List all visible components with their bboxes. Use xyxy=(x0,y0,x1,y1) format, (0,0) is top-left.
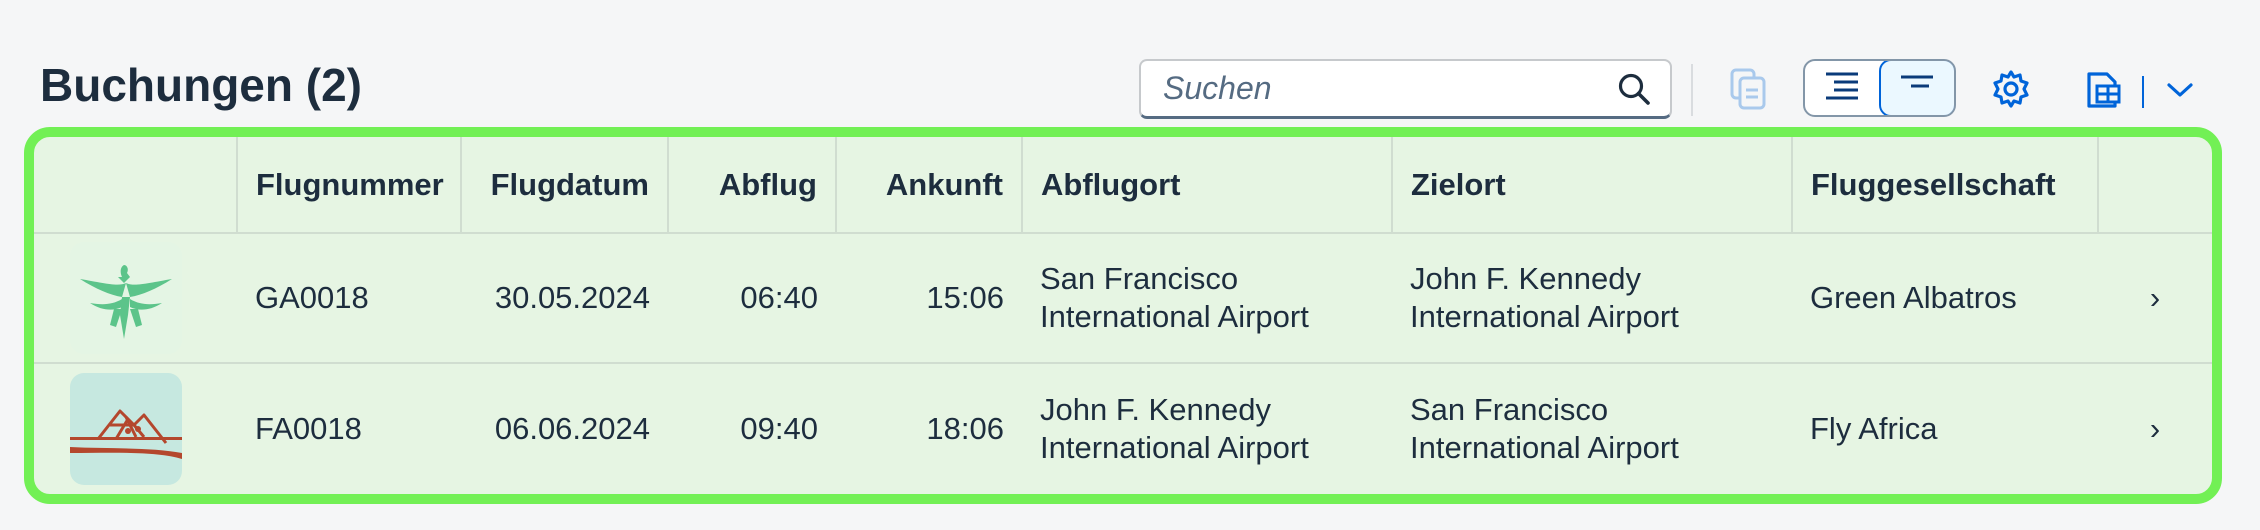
search-icon[interactable] xyxy=(1616,71,1652,107)
zielort-line2: International Airport xyxy=(1410,429,1679,465)
cell-zielort: San Francisco International Airport xyxy=(1392,363,1792,493)
table-row[interactable]: FA0018 06.06.2024 09:40 18:06 John F. Ke… xyxy=(34,363,2212,493)
zielort-line1: John F. Kennedy xyxy=(1410,261,1641,296)
bookings-table-container: Flugnummer Flugdatum Abflug Ankunft Abfl… xyxy=(24,127,2222,504)
toolbar-separator xyxy=(1691,64,1693,116)
bookings-table: Flugnummer Flugdatum Abflug Ankunft Abfl… xyxy=(34,137,2212,493)
abflugort-line2: International Airport xyxy=(1040,429,1309,465)
copy-icon[interactable] xyxy=(1726,64,1770,114)
fly-africa-logo xyxy=(70,372,182,485)
column-header-abflugort[interactable]: Abflugort xyxy=(1022,137,1393,234)
cell-abflugort: John F. Kennedy International Airport xyxy=(1022,363,1392,493)
cell-flugdatum: 06.06.2024 xyxy=(494,410,650,446)
cell-flugdatum: 30.05.2024 xyxy=(461,233,668,364)
search-input[interactable] xyxy=(1163,70,1616,107)
export-icon[interactable] xyxy=(2080,62,2126,114)
cell-ankunft: 18:06 xyxy=(926,410,1004,446)
row-navigation-chevron-icon[interactable]: › xyxy=(2098,363,2212,493)
settings-icon[interactable] xyxy=(1986,64,2036,114)
cell-fluggesellschaft: Fly Africa xyxy=(1810,410,1938,446)
search-field[interactable] xyxy=(1139,59,1672,119)
cell-fluggesellschaft: Green Albatros xyxy=(1792,233,2098,364)
cell-flugnummer: FA0018 xyxy=(255,410,362,446)
column-header-abflug[interactable]: Abflug xyxy=(668,137,837,234)
list-view-button[interactable] xyxy=(1805,61,1879,115)
column-header-logo xyxy=(34,137,238,234)
compact-view-button[interactable] xyxy=(1878,61,1954,115)
column-header-nav xyxy=(2098,137,2212,234)
view-toggle[interactable] xyxy=(1803,59,1956,117)
cell-ankunft: 15:06 xyxy=(836,233,1022,364)
row-navigation-chevron-icon[interactable]: › xyxy=(2098,233,2212,364)
table-row[interactable]: GA0018 30.05.2024 06:40 15:06 San Franci… xyxy=(34,233,2212,364)
table-header-row: Flugnummer Flugdatum Abflug Ankunft Abfl… xyxy=(34,137,2212,234)
cell-abflug: 09:40 xyxy=(740,410,818,446)
cell-abflugort: San Francisco International Airport xyxy=(1022,233,1392,364)
column-header-fluggesellschaft[interactable]: Fluggesellschaft xyxy=(1792,137,2099,234)
cell-abflug: 06:40 xyxy=(668,233,836,364)
green-albatros-logo xyxy=(70,242,182,354)
abflugort-line1: John F. Kennedy xyxy=(1040,391,1271,427)
column-header-flugdatum[interactable]: Flugdatum xyxy=(461,137,669,234)
zielort-line1: San Francisco xyxy=(1410,391,1609,427)
export-separator xyxy=(2142,76,2144,108)
abflugort-line2: International Airport xyxy=(1040,299,1309,334)
abflugort-line1: San Francisco xyxy=(1040,261,1239,296)
list-view-icon xyxy=(1824,71,1860,106)
cell-zielort: John F. Kennedy International Airport xyxy=(1392,233,1792,364)
page-title: Buchungen (2) xyxy=(40,59,362,111)
chevron-down-icon[interactable] xyxy=(2162,72,2198,108)
column-header-flugnummer[interactable]: Flugnummer xyxy=(237,137,462,234)
cell-flugnummer: GA0018 xyxy=(237,233,461,364)
compact-view-icon xyxy=(1899,74,1935,103)
zielort-line2: International Airport xyxy=(1410,299,1679,334)
column-header-ankunft[interactable]: Ankunft xyxy=(836,137,1023,234)
column-header-zielort[interactable]: Zielort xyxy=(1392,137,1793,234)
